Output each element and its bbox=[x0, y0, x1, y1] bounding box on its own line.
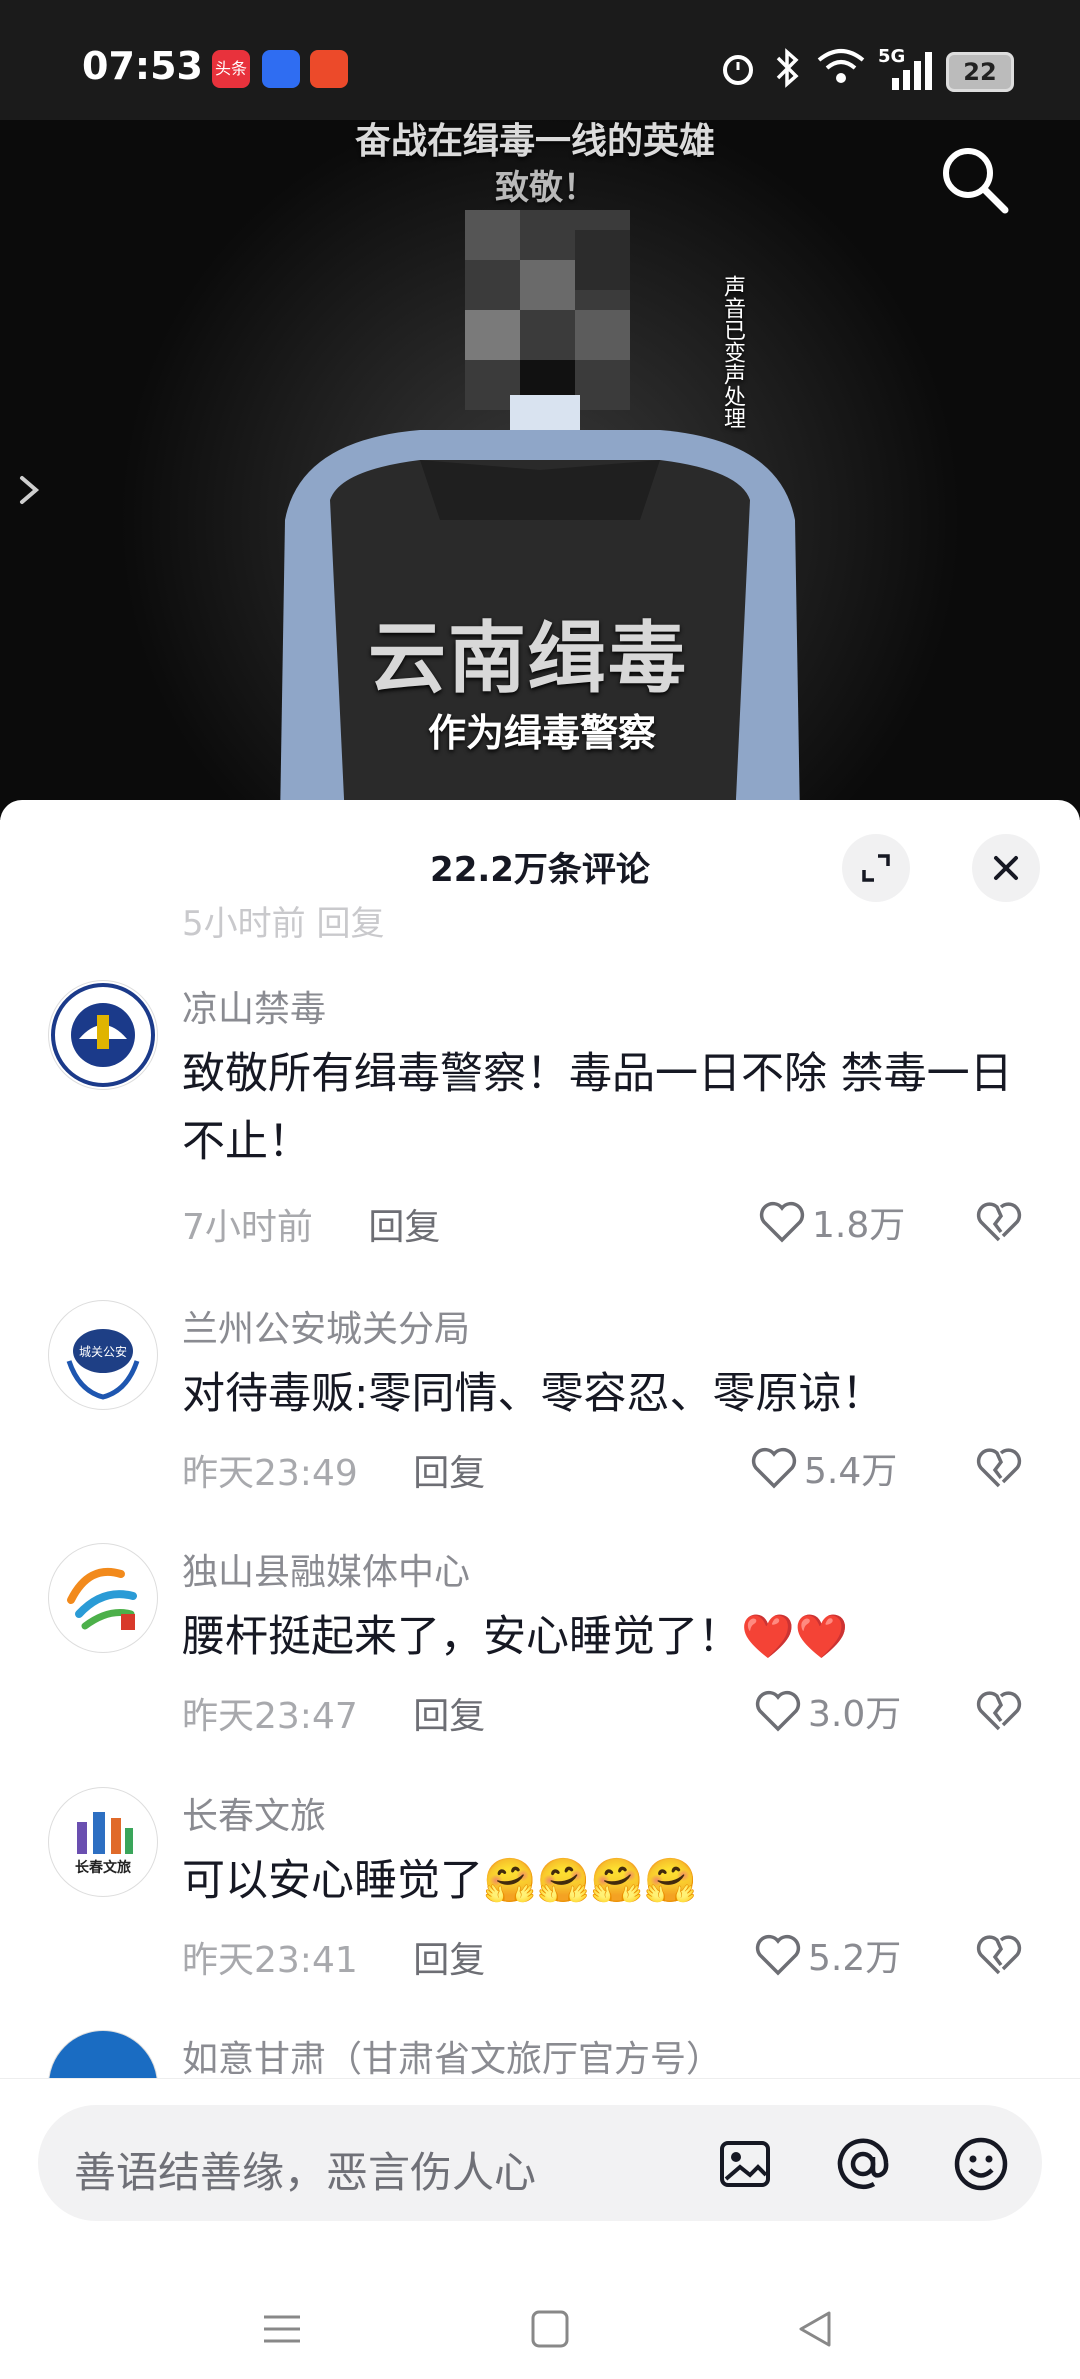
avatar[interactable]: 长春文旅 bbox=[48, 1787, 158, 1897]
like-count: 1.8万 bbox=[812, 1205, 906, 1246]
avatar[interactable]: 城关公安 bbox=[48, 1300, 158, 1410]
comment-meta: 昨天23:47 回复 bbox=[182, 1687, 485, 1739]
comment-item: 凉山禁毒 致敬所有缉毒警察！毒品一日不除 禁毒一日不止！ 7小时前 回复 1.8… bbox=[0, 980, 1080, 1250]
like-count: 5.2万 bbox=[808, 1938, 902, 1979]
broken-heart-icon[interactable] bbox=[975, 1198, 1023, 1246]
image-icon[interactable] bbox=[716, 2135, 774, 2193]
voice-altered-note: 声音已变声处理 bbox=[720, 275, 745, 429]
comment-meta: 7小时前 回复 bbox=[182, 1198, 440, 1250]
comment-input-placeholder: 善语结善缘，恶言伤人心 bbox=[74, 2148, 537, 2197]
comment-author[interactable]: 如意甘肃（甘肃省文旅厅官方号） bbox=[182, 2030, 722, 2078]
comment-item: 独山县融媒体中心 腰杆挺起来了，安心睡觉了！❤️❤️ 昨天23:47 回复 3.… bbox=[0, 1543, 1080, 1743]
alarm-icon bbox=[723, 55, 753, 85]
expand-icon bbox=[862, 854, 890, 882]
video-subtitle: 作为缉毒警察 bbox=[428, 711, 657, 755]
avatar-label: 长春文旅 bbox=[75, 1859, 131, 1876]
avatar-label: 城关公安 bbox=[79, 1344, 127, 1359]
comment-author[interactable]: 长春文旅 bbox=[182, 1787, 326, 1839]
comment-input-bar: 善语结善缘，恶言伤人心 bbox=[0, 2078, 1080, 2379]
home-nav-icon[interactable] bbox=[530, 2309, 570, 2349]
close-button[interactable] bbox=[972, 834, 1040, 902]
like-button[interactable]: 5.2万 bbox=[754, 1929, 901, 1981]
broken-heart-icon[interactable] bbox=[975, 1931, 1023, 1979]
police-badge-icon: 城关公安 bbox=[53, 1305, 153, 1405]
heart-icon bbox=[755, 1934, 801, 1976]
reply-button[interactable]: 回复 bbox=[368, 1207, 440, 1248]
video-caption-top-2: 致敬！ bbox=[495, 168, 597, 208]
battery-indicator: 22 bbox=[946, 52, 1014, 92]
changchun-logo-icon: 长春文旅 bbox=[53, 1792, 153, 1892]
broken-heart-icon[interactable] bbox=[975, 1444, 1023, 1492]
like-button[interactable]: 3.0万 bbox=[754, 1685, 901, 1737]
comment-input[interactable]: 善语结善缘，恶言伤人心 bbox=[38, 2105, 1042, 2221]
like-button[interactable]: 5.4万 bbox=[750, 1442, 897, 1494]
video-player[interactable]: 奋战在缉毒一线的英雄 致敬！ 声音已变声处理 云南缉毒 作为缉毒警察 bbox=[0, 0, 1080, 820]
news-app-icon bbox=[262, 50, 300, 88]
comment-text: 对待毒贩:零同情、零容忍、零原谅！ bbox=[182, 1369, 885, 1419]
expand-button[interactable] bbox=[842, 834, 910, 902]
comment-meta: 昨天23:49 回复 bbox=[182, 1444, 485, 1496]
vest-text: 云南缉毒 bbox=[368, 614, 689, 704]
avatar[interactable] bbox=[48, 980, 158, 1090]
comment-author[interactable]: 独山县融媒体中心 bbox=[182, 1543, 470, 1595]
comment-item: 城关公安 兰州公安城关分局 对待毒贩:零同情、零容忍、零原谅！ 昨天23:49 … bbox=[0, 1300, 1080, 1500]
wifi-icon bbox=[817, 49, 865, 83]
comment-text: 可以安心睡觉了🤗🤗🤗🤗 bbox=[182, 1856, 698, 1906]
like-count: 3.0万 bbox=[808, 1694, 902, 1735]
comments-count-title: 22.2万条评论 bbox=[430, 850, 650, 890]
comment-item: 如意甘肃（甘肃省文旅厅官方号） bbox=[0, 2030, 1080, 2078]
app-icon bbox=[310, 50, 348, 88]
status-bar: 07:53 头条 5G 22 bbox=[0, 0, 1080, 120]
back-nav-icon[interactable] bbox=[795, 2309, 835, 2349]
comment-time: 昨天23:41 bbox=[182, 1940, 358, 1981]
comment-author[interactable]: 凉山禁毒 bbox=[182, 980, 326, 1032]
comment-text: 致敬所有缉毒警察！毒品一日不除 禁毒一日不止！ bbox=[182, 1049, 1013, 1167]
broken-heart-icon[interactable] bbox=[975, 1687, 1023, 1735]
status-time: 07:53 bbox=[82, 44, 203, 88]
dushan-logo-icon bbox=[53, 1548, 153, 1648]
menu-nav-icon[interactable] bbox=[262, 2309, 302, 2349]
heart-icon bbox=[759, 1201, 805, 1243]
comment-author[interactable]: 兰州公安城关分局 bbox=[182, 1300, 470, 1352]
comment-time: 昨天23:49 bbox=[182, 1453, 358, 1494]
partial-comment-meta: 5小时前 回复 bbox=[182, 904, 385, 944]
comment-item: 长春文旅 长春文旅 可以安心睡觉了🤗🤗🤗🤗 昨天23:41 回复 5.2万 bbox=[0, 1787, 1080, 1987]
avatar[interactable] bbox=[48, 2030, 158, 2078]
emoji-icon[interactable] bbox=[952, 2135, 1010, 2193]
heart-icon bbox=[751, 1447, 797, 1489]
like-button[interactable]: 1.8万 bbox=[758, 1196, 905, 1248]
heart-icon bbox=[755, 1690, 801, 1732]
liangshan-emblem-icon bbox=[51, 983, 155, 1087]
chevron-right-icon[interactable] bbox=[10, 470, 50, 510]
at-icon[interactable] bbox=[834, 2135, 892, 2193]
comment-time: 7小时前 bbox=[182, 1207, 313, 1248]
search-icon[interactable] bbox=[935, 140, 1015, 220]
bluetooth-icon bbox=[776, 48, 799, 88]
reply-button[interactable]: 回复 bbox=[413, 1696, 485, 1737]
reply-button[interactable]: 回复 bbox=[413, 1940, 485, 1981]
comment-time: 昨天23:47 bbox=[182, 1696, 358, 1737]
like-count: 5.4万 bbox=[804, 1451, 898, 1492]
avatar[interactable] bbox=[48, 1543, 158, 1653]
comment-meta: 昨天23:41 回复 bbox=[182, 1931, 485, 1983]
toutiao-label: 头条 bbox=[214, 59, 247, 78]
signal-icon bbox=[892, 52, 932, 90]
toutiao-icon: 头条 bbox=[212, 50, 250, 88]
reply-button[interactable]: 回复 bbox=[413, 1453, 485, 1494]
comment-text: 腰杆挺起来了，安心睡觉了！❤️❤️ bbox=[182, 1612, 849, 1662]
close-icon bbox=[994, 856, 1018, 880]
